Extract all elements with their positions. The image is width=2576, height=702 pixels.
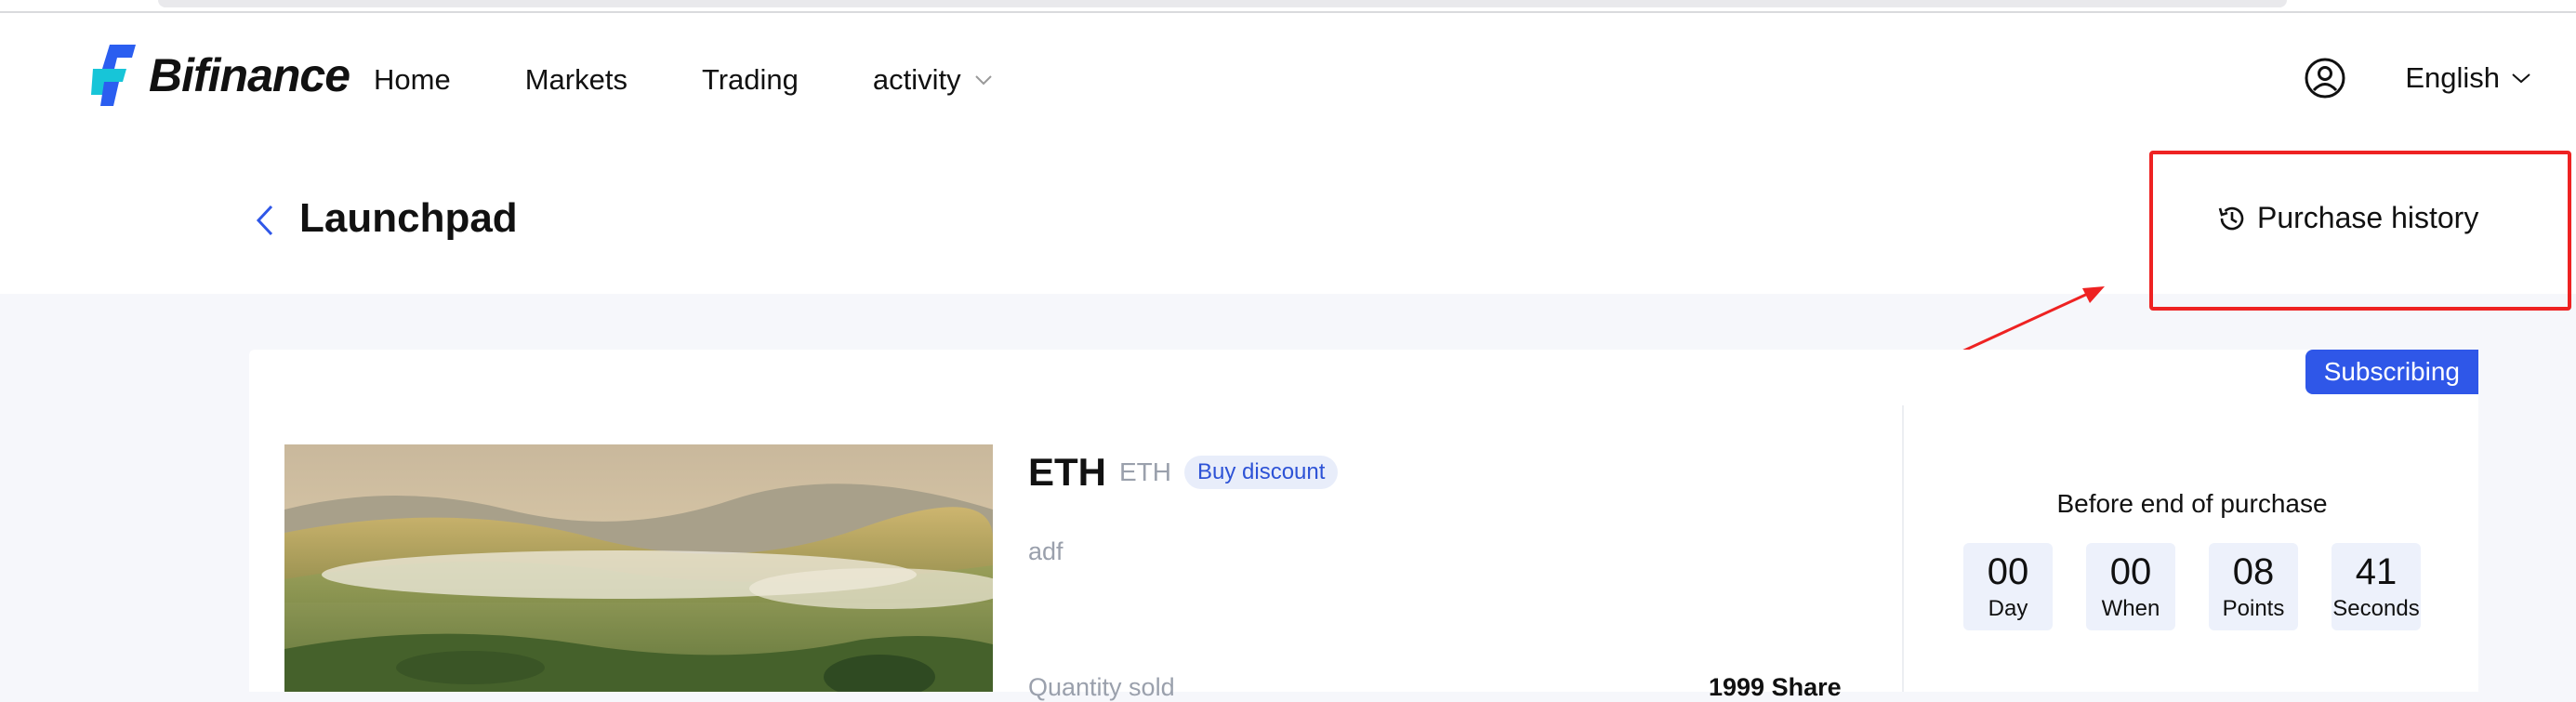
nav-item-label: Home (374, 63, 451, 96)
brand-logo[interactable]: Bifinance (82, 41, 350, 110)
countdown-unit: When (2101, 596, 2160, 621)
countdown-timer: 00 Day 00 When 08 Points 41 Seconds (1963, 543, 2454, 630)
chevron-down-icon (2512, 73, 2530, 84)
countdown-value: 41 (2355, 551, 2398, 592)
countdown-title: Before end of purchase (2056, 489, 2328, 518)
countdown-value: 00 (1987, 551, 2029, 592)
language-label: English (2405, 61, 2500, 94)
browser-tab-strip (158, 0, 2287, 7)
browser-top-edge (0, 0, 2576, 13)
brand-name: Bifinance (149, 49, 350, 101)
nav-item-markets[interactable]: Markets (525, 63, 627, 97)
coin-symbol: ETH (1119, 457, 1171, 486)
nav-item-label: Markets (524, 63, 627, 96)
main-nav: Home Markets Trading activity (374, 63, 1067, 97)
card-divider (1902, 405, 1904, 692)
page-title: Launchpad (299, 195, 518, 241)
countdown-seconds: 41 Seconds (2332, 543, 2421, 630)
nav-item-activity[interactable]: activity (873, 63, 993, 97)
user-account-icon[interactable] (2303, 56, 2347, 100)
nav-item-home[interactable]: Home (374, 63, 451, 97)
project-title-row: ETH ETH Buy discount (1028, 450, 1339, 495)
project-cover-image (284, 444, 993, 692)
countdown-unit: Day (1988, 596, 2028, 621)
bifinance-logo-icon (91, 45, 136, 106)
top-navbar: Bifinance Home Markets Trading activity … (0, 13, 2576, 147)
nav-right-tools: English (2303, 56, 2531, 100)
countdown-hours: 00 When (2086, 543, 2175, 630)
countdown-unit: Points (2222, 596, 2285, 621)
countdown-unit: Seconds (2332, 596, 2420, 621)
nav-item-label: Trading (701, 63, 799, 96)
back-arrow-icon[interactable] (251, 203, 277, 238)
quantity-sold-label: Quantity sold (1028, 673, 1175, 701)
buy-discount-tag: Buy discount (1184, 456, 1339, 489)
countdown-value: 00 (2109, 551, 2152, 592)
quantity-sold-value: 1999 Share (1709, 673, 1842, 701)
countdown-day: 00 Day (1963, 543, 2053, 630)
annotation-highlight-box (2149, 151, 2571, 311)
coin-name: ETH (1028, 450, 1106, 494)
nav-item-trading[interactable]: Trading (702, 63, 799, 97)
nav-item-label: activity (872, 63, 961, 96)
project-description: adf (1028, 537, 1063, 565)
launchpad-project-card[interactable]: Subscribing ETH ETH Buy discount adf Qua… (249, 350, 2478, 701)
countdown-minutes: 08 Points (2209, 543, 2298, 630)
countdown-value: 08 (2232, 551, 2275, 592)
language-selector[interactable]: English (2405, 61, 2531, 95)
chevron-down-icon (974, 75, 992, 86)
status-badge: Subscribing (2305, 350, 2478, 394)
